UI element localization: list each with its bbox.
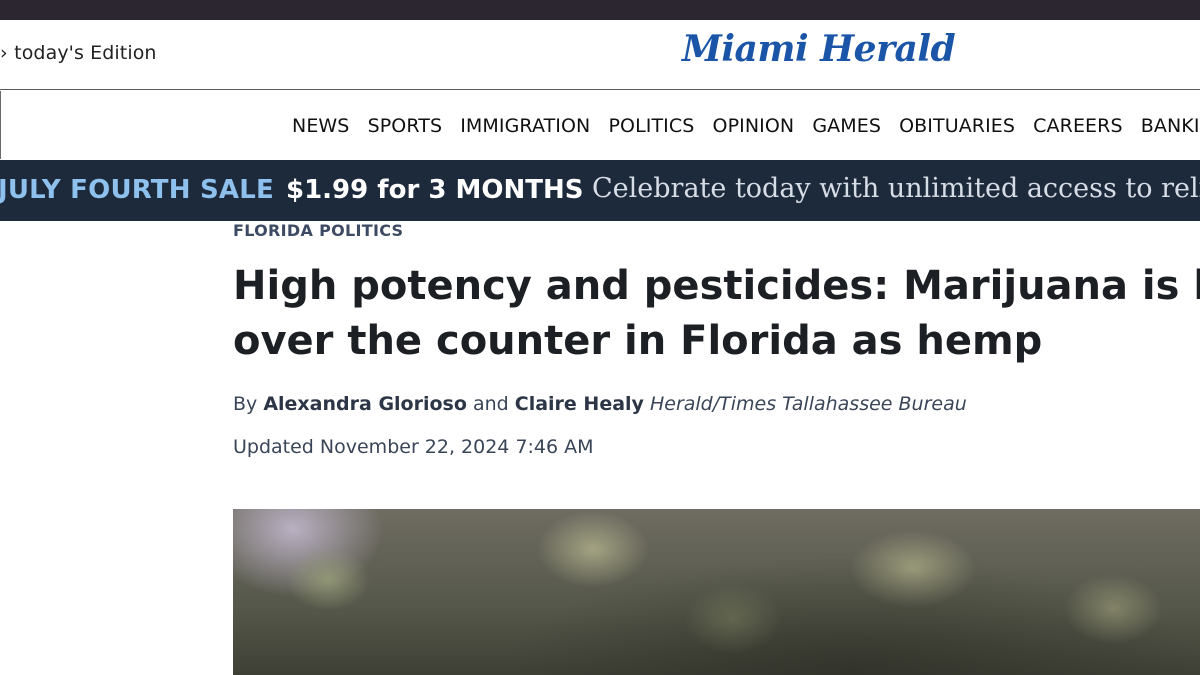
article-updated-timestamp: Updated November 22, 2024 7:46 AM	[233, 436, 594, 458]
site-logo[interactable]: Miami Herald	[682, 28, 956, 70]
photo-shading	[233, 509, 1200, 675]
nav-item-politics[interactable]: POLITICS	[608, 115, 694, 137]
promo-tagline: Celebrate today with unlimited access to…	[592, 173, 1200, 204]
headline-line-1: High potency and pesticides: Marijuana i…	[233, 263, 1200, 309]
article-byline: By Alexandra Glorioso and Claire Healy H…	[233, 393, 967, 415]
nav-item-sports[interactable]: SPORTS	[368, 115, 443, 137]
browser-top-bar	[0, 0, 1200, 20]
article: FLORIDA POLITICS High potency and pestic…	[0, 221, 1200, 675]
section-nav: NEWS SPORTS IMMIGRATION POLITICS OPINION…	[0, 91, 1200, 159]
nav-item-obituaries[interactable]: OBITUARIES	[899, 115, 1015, 137]
edition-caret-icon: ›	[0, 42, 8, 64]
article-headline: High potency and pesticides: Marijuana i…	[233, 259, 1200, 369]
subscription-promo-banner[interactable]: JULY FOURTH SALE $1.99 for 3 MONTHS Cele…	[0, 160, 1200, 221]
todays-edition-link[interactable]: › today's Edition	[0, 42, 157, 64]
byline-prefix: By	[233, 393, 258, 415]
nav-item-news[interactable]: NEWS	[292, 115, 349, 137]
article-lead-photo[interactable]	[233, 509, 1200, 675]
nav-item-banking[interactable]: BANKING	[1141, 115, 1200, 137]
nav-item-careers[interactable]: CAREERS	[1033, 115, 1122, 137]
promo-sale-label: JULY FOURTH SALE	[0, 175, 274, 205]
promo-price-label: $1.99 for 3 MONTHS	[286, 175, 584, 205]
todays-edition-label: today's Edition	[14, 42, 157, 64]
byline-bureau: Herald/Times Tallahassee Bureau	[649, 393, 967, 415]
byline-and: and	[472, 393, 509, 415]
article-kicker[interactable]: FLORIDA POLITICS	[233, 221, 403, 240]
author-link-2[interactable]: Claire Healy	[515, 393, 644, 415]
nav-item-games[interactable]: GAMES	[812, 115, 881, 137]
headline-line-2: over the counter in Florida as hemp	[233, 318, 1043, 364]
nav-item-opinion[interactable]: OPINION	[713, 115, 795, 137]
nav-list: NEWS SPORTS IMMIGRATION POLITICS OPINION…	[292, 115, 1200, 137]
masthead: › today's Edition Miami Herald	[0, 20, 1200, 90]
nav-item-immigration[interactable]: IMMIGRATION	[460, 115, 590, 137]
author-link-1[interactable]: Alexandra Glorioso	[263, 393, 467, 415]
